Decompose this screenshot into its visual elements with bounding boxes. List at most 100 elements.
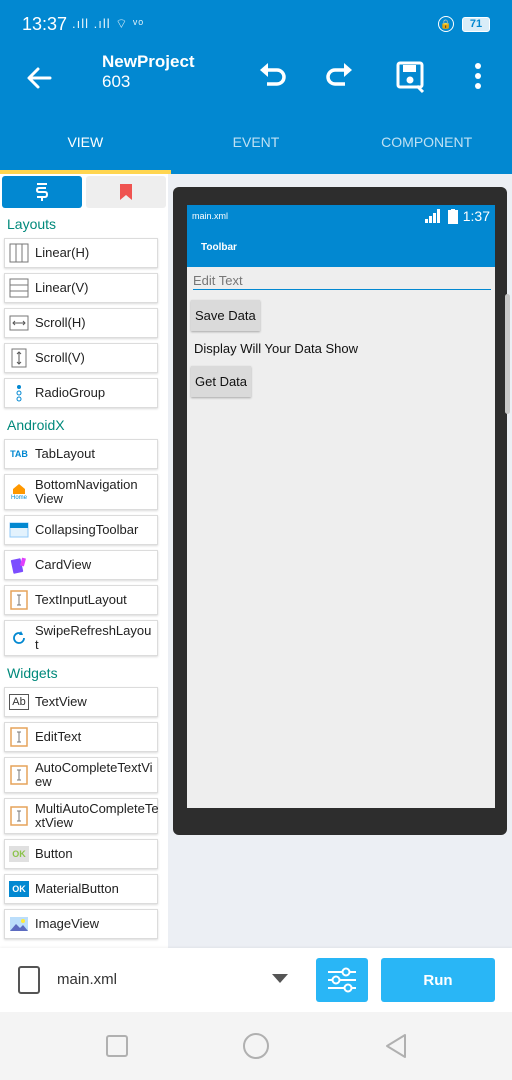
back-arrow-icon[interactable] [20, 58, 60, 98]
palette-item-edittext[interactable]: EditText [4, 722, 158, 752]
widgets-icon [35, 183, 49, 201]
tab-view[interactable]: VIEW [0, 110, 171, 174]
button-icon: OK [9, 846, 29, 862]
home-circle-icon[interactable] [242, 1032, 270, 1060]
palette-item-autocompletetextview[interactable]: AutoCompleteTextVi ew [4, 757, 158, 793]
preview-time: 1:37 [462, 208, 490, 224]
palette-item-tablayout[interactable]: TAB TabLayout [4, 439, 158, 469]
linear-h-icon [9, 243, 29, 263]
recents-icon[interactable] [103, 1032, 131, 1060]
preview-status-bar: main.xml 1:37 [187, 205, 495, 227]
more-vert-icon[interactable] [458, 56, 498, 96]
autocomplete-icon [10, 765, 28, 785]
design-canvas[interactable]: main.xml 1:37 Toolbar Edit Text Save Dat… [168, 174, 512, 948]
preview-get-data-button[interactable]: Get Data [191, 366, 252, 397]
palette-item-label: BottomNavigation View [35, 477, 138, 506]
phone-frame: main.xml 1:37 Toolbar Edit Text Save Dat… [173, 187, 507, 835]
preview-toolbar[interactable]: Toolbar [187, 227, 495, 267]
status-bar: 13:37 .ıll .ıll ⌔ ᵛᵒ 🔒 71 [0, 0, 512, 44]
palette-item-label: RadioGroup [35, 385, 106, 400]
lock-icon: 🔒 [438, 16, 454, 32]
phone-screen[interactable]: main.xml 1:37 Toolbar Edit Text Save Dat… [187, 205, 495, 808]
refresh-icon [13, 631, 25, 644]
palette-item-linear-h[interactable]: Linear(H) [4, 238, 158, 268]
palette-item-label: Linear(H) [35, 245, 90, 260]
palette-item-label: CardView [35, 557, 92, 572]
run-button[interactable]: Run [381, 958, 495, 1002]
battery-icon [447, 208, 458, 224]
palette-item-label: ImageView [35, 916, 100, 931]
project-title: NewProject [102, 52, 195, 71]
palette-item-cardview[interactable]: CardView [4, 550, 158, 580]
palette-item-multiautocomplete[interactable]: MultiAutoCompleteTe xtView [4, 798, 159, 834]
palette-item-textview[interactable]: Ab TextView [4, 687, 158, 717]
bottom-bar: main.xml Run [0, 948, 512, 1012]
palette-item-bottomnavigation[interactable]: Home BottomNavigation View [4, 474, 158, 510]
palette-item-label: TextInputLayout [35, 592, 127, 607]
palette-item-imageview[interactable]: ImageView [4, 909, 158, 939]
scroll-v-icon [11, 348, 27, 368]
home-icon-label: Home [10, 495, 27, 501]
palette-item-label: TextView [35, 694, 87, 709]
textview-icon: Ab [9, 694, 29, 710]
palette-item-materialbutton[interactable]: OK MaterialButton [4, 874, 158, 904]
app-bar: NewProject 603 [0, 44, 512, 110]
chevron-down-icon[interactable] [272, 974, 288, 983]
radiogroup-icon [16, 385, 22, 402]
preview-status-right: 1:37 [424, 208, 490, 224]
editor-tabs: VIEW EVENT COMPONENT [0, 110, 512, 174]
palette-item-textinputlayout[interactable]: TextInputLayout [4, 585, 158, 615]
linear-v-icon [9, 278, 29, 298]
palette-item-radiogroup[interactable]: RadioGroup [4, 378, 158, 408]
back-triangle-icon[interactable] [382, 1032, 410, 1060]
tab-component[interactable]: COMPONENT [341, 110, 512, 174]
palette-item-label: SwipeRefreshLayou t [35, 623, 152, 652]
palette-item-swiperefreshlayout[interactable]: SwipeRefreshLayou t [4, 620, 158, 656]
redo-icon[interactable] [320, 56, 360, 96]
tab-event[interactable]: EVENT [171, 110, 342, 174]
palette-tabs [0, 174, 168, 212]
cardview-icon [10, 557, 26, 574]
preview-edittext[interactable]: Edit Text [193, 273, 491, 290]
properties-button[interactable] [316, 958, 368, 1002]
textinput-icon [10, 590, 28, 610]
palette-item-label: AutoCompleteTextVi ew [35, 760, 153, 789]
palette-item-label: MaterialButton [35, 881, 119, 896]
preview-textview[interactable]: Display Will Your Data Show [194, 341, 495, 356]
preview-save-data-button[interactable]: Save Data [191, 300, 260, 331]
imageview-icon [10, 917, 28, 931]
palette-item-label: TabLayout [35, 446, 95, 461]
battery-icon: 71 [462, 16, 490, 32]
palette-item-scroll-h[interactable]: Scroll(H) [4, 308, 158, 338]
save-icon[interactable] [390, 56, 430, 96]
bookmark-icon [120, 184, 132, 200]
palette-item-linear-v[interactable]: Linear(V) [4, 273, 158, 303]
edittext-icon [10, 727, 28, 747]
widget-palette: Layouts Linear(H) Linear(V) Scroll(H) Sc… [0, 174, 168, 948]
palette-item-label: CollapsingToolbar [35, 522, 139, 537]
section-widgets: Widgets [7, 665, 58, 681]
project-id: 603 [102, 72, 131, 91]
tablayout-icon: TAB [10, 449, 28, 459]
undo-icon[interactable] [252, 56, 292, 96]
palette-item-label: Scroll(H) [35, 315, 86, 330]
current-file-name[interactable]: main.xml [57, 971, 117, 988]
palette-item-label: MultiAutoCompleteTe xtView [35, 801, 159, 830]
palette-tab-bookmarks[interactable] [86, 176, 166, 208]
home-icon: Home [9, 482, 29, 502]
system-navigation-bar [0, 1012, 512, 1080]
palette-item-button[interactable]: OK Button [4, 839, 158, 869]
multiautocomplete-icon [10, 806, 28, 826]
section-androidx: AndroidX [7, 417, 65, 433]
preview-file-name: main.xml [192, 211, 229, 221]
palette-tab-widgets[interactable] [2, 176, 82, 208]
palette-item-label: EditText [35, 729, 82, 744]
canvas-scrollbar[interactable] [505, 294, 510, 414]
status-right: 🔒 71 [438, 16, 490, 32]
palette-item-scroll-v[interactable]: Scroll(V) [4, 343, 158, 373]
collapsingtoolbar-icon [9, 522, 29, 538]
status-time: 13:37 [22, 14, 68, 34]
palette-item-label: Scroll(V) [35, 350, 85, 365]
file-icon [18, 966, 40, 994]
palette-item-collapsingtoolbar[interactable]: CollapsingToolbar [4, 515, 158, 545]
